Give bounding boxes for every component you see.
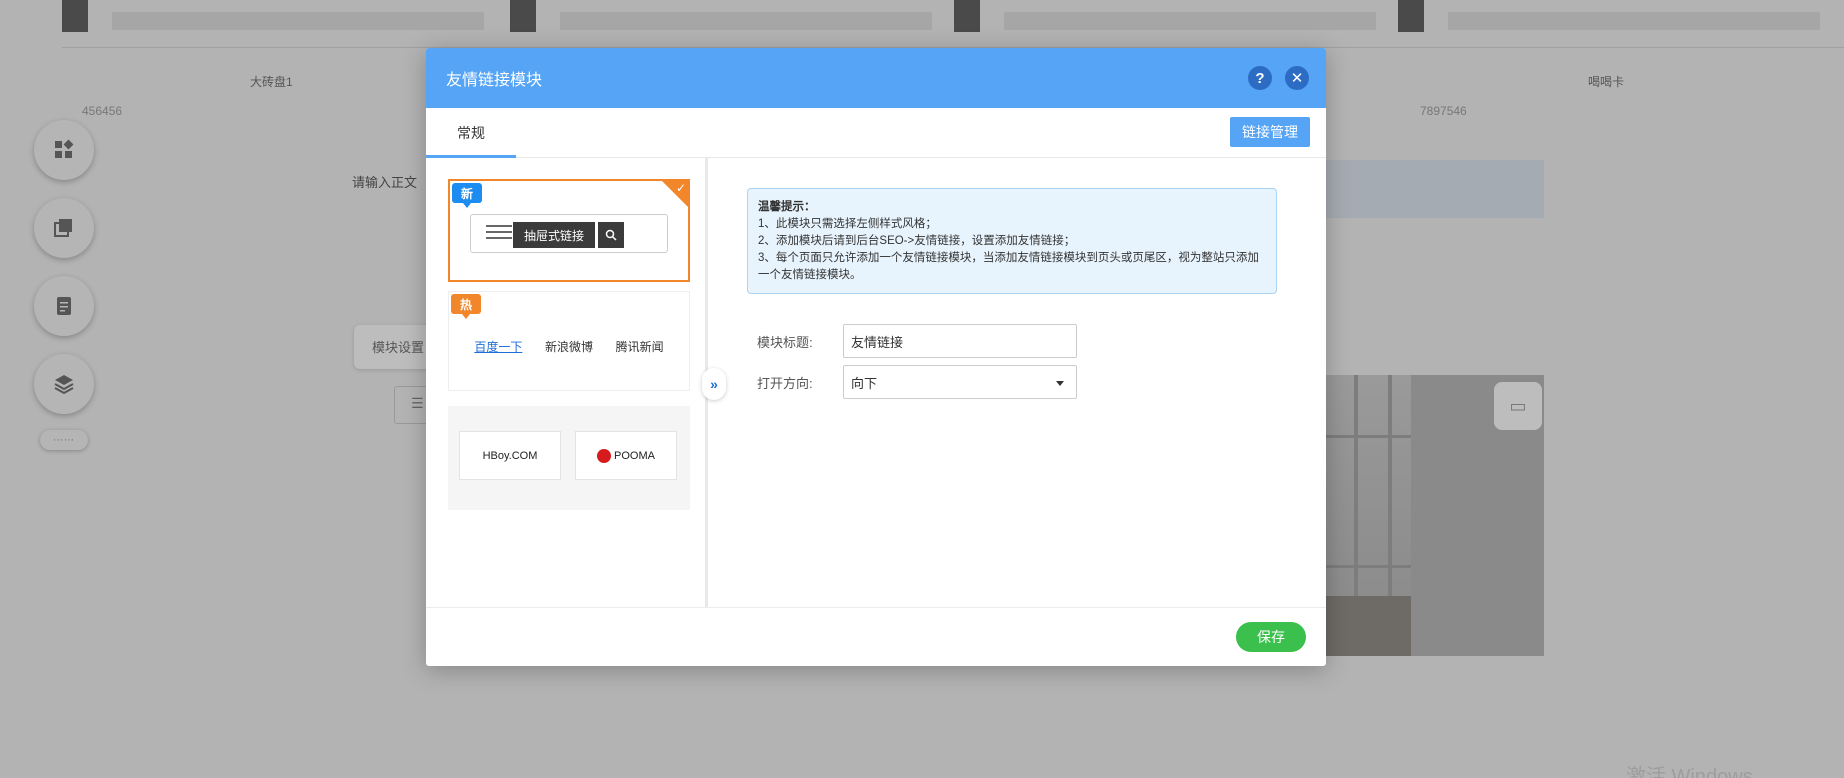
- modal-body: ✓ 新 抽屉式链接 热 百度一下 新浪微博 腾讯新闻 HBoy.COM POOM…: [426, 158, 1326, 607]
- product-thumbnail: [1398, 0, 1424, 32]
- product-bar: [112, 12, 484, 30]
- product-caption: 喝喝卡: [1588, 75, 1625, 89]
- save-button[interactable]: 保存: [1236, 622, 1306, 652]
- menu-icon: [486, 225, 512, 243]
- product-bar: [1448, 12, 1820, 30]
- style-option-logo-links[interactable]: HBoy.COM POOMA: [448, 406, 690, 510]
- module-title-row: 模块标题: 友情链接: [757, 324, 1077, 358]
- tv-icon[interactable]: ▭: [1494, 382, 1542, 430]
- help-icon[interactable]: ?: [1248, 66, 1272, 90]
- tip-line: 2、添加模块后请到后台SEO->友情链接，设置添加友情链接；: [758, 235, 1076, 247]
- logo-pooma: POOMA: [575, 431, 677, 480]
- copy-page-icon[interactable]: [34, 198, 94, 258]
- module-title-label: 模块标题:: [757, 334, 813, 350]
- product-number: 7897546: [1420, 104, 1467, 118]
- product-thumbnail: [954, 0, 980, 32]
- product-thumbnail: [510, 0, 536, 32]
- product-bar: [560, 12, 932, 30]
- drawer-label: 抽屉式链接: [513, 222, 595, 248]
- link-item: 新浪微博: [544, 340, 593, 354]
- link-preview: 百度一下 新浪微博 腾讯新闻: [449, 338, 689, 355]
- product-bar: [1004, 12, 1376, 30]
- tip-box: 温馨提示： 1、此模块只需选择左侧样式风格； 2、添加模块后请到后台SEO->友…: [747, 188, 1277, 294]
- module-title-input[interactable]: 友情链接: [843, 324, 1077, 358]
- new-badge: 新: [452, 183, 482, 208]
- chevron-down-icon: [1056, 381, 1064, 386]
- link-management-button[interactable]: 链接管理: [1230, 117, 1310, 147]
- check-icon: ✓: [675, 181, 686, 195]
- drawer-preview: 抽屉式链接: [470, 214, 668, 253]
- text-placeholder: 请输入正文: [352, 175, 418, 190]
- close-icon[interactable]: ✕: [1285, 66, 1309, 90]
- tab-general[interactable]: 常规: [426, 108, 516, 158]
- modal-footer: 保存: [426, 607, 1326, 666]
- tip-line: 1、此模块只需选择左侧样式风格；: [758, 218, 937, 230]
- modal-title: 友情链接模块: [446, 72, 543, 89]
- style-option-text-links[interactable]: 热 百度一下 新浪微博 腾讯新闻: [448, 291, 690, 391]
- style-option-drawer[interactable]: ✓ 新 抽屉式链接: [448, 179, 690, 282]
- module-settings-button[interactable]: 模块设置: [354, 325, 434, 369]
- tip-title: 温馨提示：: [758, 201, 816, 213]
- link-item: 百度一下: [474, 340, 523, 354]
- add-module-icon[interactable]: [34, 120, 94, 180]
- logo-hboy: HBoy.COM: [459, 431, 561, 480]
- modal-header: 友情链接模块 ? ✕: [426, 48, 1326, 108]
- product-number: 456456: [82, 104, 123, 118]
- product-caption: 大砖盘1: [250, 75, 293, 89]
- background-block: [1324, 160, 1544, 218]
- activation-watermark: 激活 Windows: [1626, 766, 1753, 778]
- drag-handle[interactable]: ⋯⋯: [40, 430, 88, 450]
- product-thumbnail: [62, 0, 88, 32]
- open-direction-row: 打开方向: 向下: [757, 365, 1077, 399]
- hot-badge: 热: [451, 294, 481, 319]
- list-icon: ☰: [394, 386, 430, 424]
- open-direction-label: 打开方向:: [757, 375, 813, 391]
- layers-icon[interactable]: [34, 354, 94, 414]
- style-list: ✓ 新 抽屉式链接 热 百度一下 新浪微博 腾讯新闻 HBoy.COM POOM…: [426, 158, 708, 607]
- search-icon: [598, 222, 624, 248]
- expand-icon[interactable]: »: [702, 368, 726, 400]
- tip-line: 3、每个页面只允许添加一个友情链接模块，当添加友情链接模块到页头或页尾区，视为整…: [758, 252, 1259, 281]
- link-item: 腾讯新闻: [615, 340, 664, 354]
- pooma-logo-mark: [597, 448, 612, 463]
- friend-link-modal: 友情链接模块 ? ✕ 常规 链接管理 ✓ 新 抽屉式链接 热 百度一下 新浪微博…: [426, 48, 1326, 666]
- page-icon[interactable]: [34, 276, 94, 336]
- tab-bar: 常规 链接管理: [426, 108, 1326, 158]
- open-direction-select[interactable]: 向下: [843, 365, 1077, 399]
